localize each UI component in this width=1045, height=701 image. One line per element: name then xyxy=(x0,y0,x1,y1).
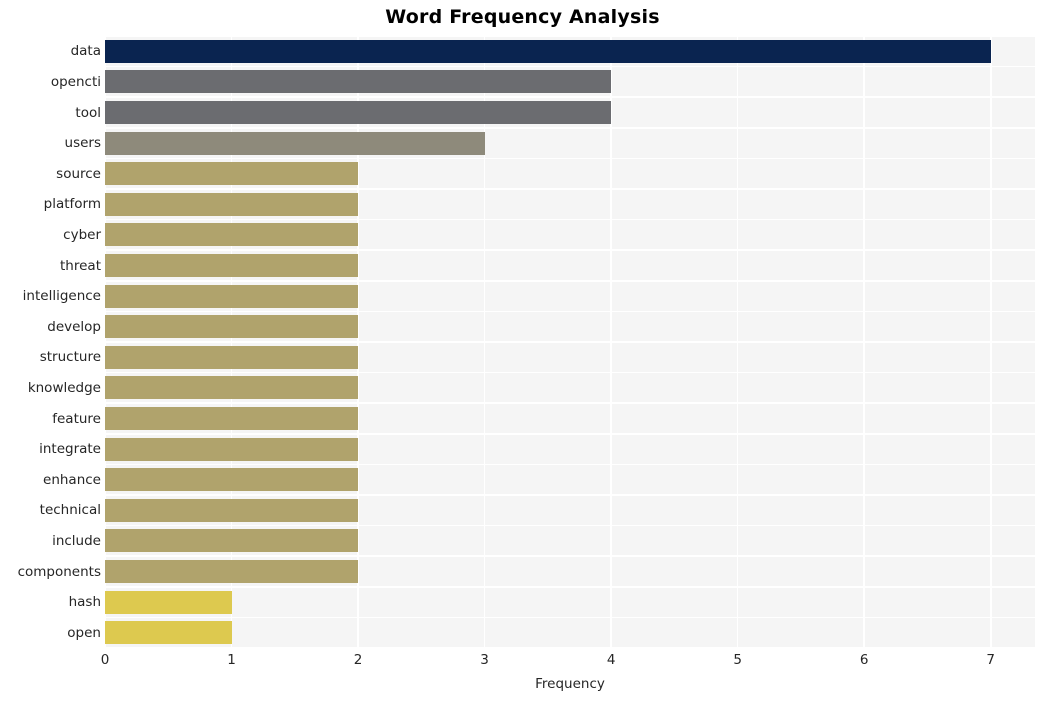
bar xyxy=(105,407,359,430)
y-tick-label: open xyxy=(67,624,101,641)
bar xyxy=(105,315,359,339)
bar xyxy=(105,529,359,553)
plot-area xyxy=(105,36,1035,648)
y-gridline xyxy=(105,157,1035,160)
bar xyxy=(105,70,612,94)
y-gridline xyxy=(105,555,1035,557)
y-gridline xyxy=(105,586,1035,588)
bar xyxy=(105,468,359,492)
bar xyxy=(105,376,359,400)
y-tick-label: cyber xyxy=(63,226,101,243)
y-gridline xyxy=(105,494,1035,496)
y-gridline xyxy=(105,371,1035,374)
x-axis-tick-labels: 0 1 2 3 4 5 6 7 xyxy=(0,652,1045,674)
bar xyxy=(105,192,359,216)
x-tick-label: 6 xyxy=(859,652,869,668)
y-tick-label: data xyxy=(70,43,101,60)
x-tick-label: 0 xyxy=(100,652,110,668)
y-tick-label: integrate xyxy=(39,441,101,458)
bar xyxy=(105,560,359,583)
chart-figure: Word Frequency Analysis data opencti tool u… xyxy=(0,0,1045,701)
bar xyxy=(105,345,359,369)
y-tick-label: source xyxy=(56,165,101,182)
bar xyxy=(105,131,485,155)
y-tick-label: components xyxy=(17,563,101,580)
x-tick-label: 1 xyxy=(227,652,236,668)
bar xyxy=(105,590,232,614)
y-gridline xyxy=(105,402,1035,404)
y-axis-tick-labels: data opencti tool users source platform cyber t… xyxy=(0,36,101,648)
bar xyxy=(105,101,612,124)
bar xyxy=(105,39,991,63)
bar xyxy=(105,223,359,247)
y-tick-label: threat xyxy=(60,257,101,274)
y-gridline xyxy=(105,647,1035,648)
chart-title: Word Frequency Analysis xyxy=(385,6,660,28)
x-axis-title: Frequency xyxy=(535,676,605,692)
y-tick-label: intelligence xyxy=(22,288,101,305)
y-tick-label: develop xyxy=(47,318,101,335)
x-tick-label: 2 xyxy=(353,652,363,668)
y-gridline xyxy=(105,433,1035,435)
x-tick-label: 7 xyxy=(986,652,995,668)
bar xyxy=(105,437,359,461)
x-tick-label: 5 xyxy=(733,652,742,668)
y-gridline xyxy=(105,96,1035,98)
y-gridline xyxy=(105,341,1035,343)
y-gridline xyxy=(105,218,1035,221)
x-tick-label: 4 xyxy=(606,652,616,668)
y-tick-label: tool xyxy=(75,104,101,121)
y-tick-label: platform xyxy=(43,196,101,213)
x-tick-label: 3 xyxy=(480,652,489,668)
bar xyxy=(105,254,359,277)
y-tick-label: users xyxy=(64,135,101,152)
bar xyxy=(105,284,359,308)
y-gridline xyxy=(105,280,1035,282)
bar xyxy=(105,162,359,186)
y-gridline xyxy=(105,616,1035,619)
y-gridline xyxy=(105,127,1035,129)
y-tick-label: technical xyxy=(39,502,101,519)
y-gridline xyxy=(105,188,1035,190)
y-tick-label: enhance xyxy=(43,471,101,488)
y-gridline xyxy=(105,65,1035,68)
y-gridline xyxy=(105,249,1035,251)
y-gridline xyxy=(105,310,1035,313)
y-tick-label: opencti xyxy=(50,73,101,90)
y-gridline xyxy=(105,463,1035,466)
y-tick-label: knowledge xyxy=(27,379,101,396)
bar xyxy=(105,498,359,522)
bar xyxy=(105,621,232,645)
y-gridline xyxy=(105,524,1035,527)
y-tick-label: hash xyxy=(68,594,101,611)
y-tick-label: structure xyxy=(39,349,101,366)
y-tick-label: feature xyxy=(52,410,101,427)
y-tick-label: include xyxy=(52,532,101,549)
y-gridline xyxy=(105,36,1035,37)
